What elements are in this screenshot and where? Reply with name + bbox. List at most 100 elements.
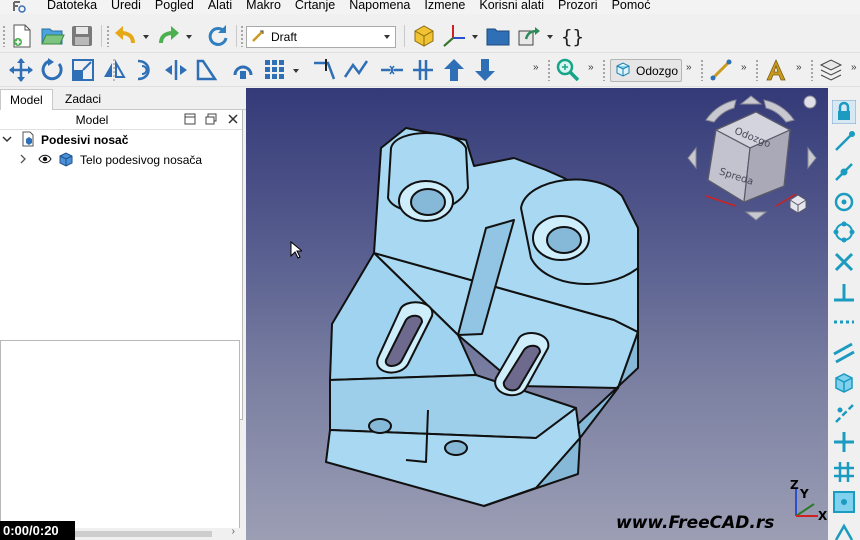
snap-lock-icon[interactable] [831,99,857,125]
tree-item-label: Telo podesivog nosača [80,153,203,167]
refresh-icon[interactable] [204,23,230,49]
view-top-button[interactable]: Odozgo [610,59,682,82]
text-annotation-icon[interactable] [763,57,789,83]
zoom-fit-icon[interactable] [555,57,581,83]
toolbar-overflow[interactable]: » [686,62,692,73]
measure-line-icon[interactable] [708,57,734,83]
redo-dropdown-arrow[interactable] [186,35,192,39]
toolbar-overflow[interactable]: » [796,62,802,73]
menu-prozori[interactable]: Prozori [551,0,605,12]
move-icon[interactable] [8,57,34,83]
mirror-icon[interactable] [101,57,127,83]
axis-placement-icon[interactable] [441,23,467,49]
menu-korisni-alati[interactable]: Korisni alati [472,0,551,12]
align-icon[interactable] [410,57,436,83]
menu-napomena[interactable]: Napomena [342,0,417,12]
menubar: Datoteka Uredi Pogled Alati Makro Crtanj… [0,0,860,14]
menu-alati[interactable]: Alati [201,0,239,12]
tab-zadaci[interactable]: Zadaci [56,89,110,110]
chevron-down-icon[interactable] [2,133,16,147]
toolbar-handle[interactable] [240,25,244,47]
macro-braces-icon[interactable]: {} [559,23,585,49]
float-panel-icon[interactable] [205,113,217,125]
snap-near-icon[interactable] [832,400,856,424]
snap-dimensions-icon[interactable] [832,520,856,540]
upgrade-icon[interactable] [441,57,467,83]
snap-icon[interactable] [230,57,256,83]
navigation-cube[interactable]: Odozgo Spreda [686,90,826,230]
menu-makro[interactable]: Makro [239,0,288,12]
toolbar-separator [404,25,405,47]
toolbar-handle[interactable] [2,25,6,47]
chevron-right-icon[interactable] [18,153,32,167]
menu-datoteka[interactable]: Datoteka [40,0,104,12]
new-document-icon[interactable] [9,23,35,49]
rotate-icon[interactable] [39,57,65,83]
watermark-text: www.FreeCAD.rs [616,513,775,533]
snap-intersection-icon[interactable] [832,250,856,274]
snap-ortho-icon[interactable] [832,430,856,454]
snap-special-icon[interactable] [832,370,856,394]
offset-icon[interactable] [132,57,158,83]
property-view [0,340,240,540]
snap-endpoint-icon[interactable] [832,130,856,154]
visibility-eye-icon[interactable] [38,153,52,167]
toolbar-overflow[interactable]: » [851,62,857,73]
axis-z-label: Z [790,480,799,492]
tree-item-podesivi-nosac[interactable]: Podesivi nosač [0,130,128,150]
freecad-logo-icon[interactable] [12,0,26,14]
tree-item-telo-podesivog-nosaca[interactable]: Telo podesivog nosača [18,150,202,170]
split-icon[interactable] [379,57,405,83]
toolbar-handle[interactable] [106,25,110,47]
scroll-right-icon[interactable]: › [232,526,235,537]
toolbar-separator [236,25,237,47]
undo-icon[interactable] [113,23,139,49]
menu-crtanje[interactable]: Crtanje [288,0,342,12]
toolbar-overflow[interactable]: » [588,62,594,73]
snap-angle-icon[interactable] [832,220,856,244]
collapse-panel-icon[interactable] [184,113,196,125]
menu-pomoc[interactable]: Pomoć [605,0,658,12]
snap-midpoint-icon[interactable] [832,160,856,184]
toolbar-overflow[interactable]: » [533,62,539,73]
tree-header: Model [0,110,242,130]
save-icon[interactable] [69,23,95,49]
snap-perpendicular-icon[interactable] [832,280,856,304]
export-dropdown-arrow[interactable] [547,35,553,39]
toolbar-overflow[interactable]: » [741,62,747,73]
panel-tabs: Model Zadaci [0,88,246,110]
layers-icon[interactable] [818,57,844,83]
snap-grid-icon[interactable] [832,460,856,484]
menu-izmene[interactable]: Izmene [417,0,472,12]
grid-dropdown-arrow[interactable] [293,69,299,73]
menu-pogled[interactable]: Pogled [148,0,201,12]
toolbar-handle[interactable] [547,59,551,81]
edit-dimension-icon[interactable] [194,57,220,83]
toolbar-handle[interactable] [700,59,704,81]
trim-icon[interactable] [312,57,338,83]
redo-icon[interactable] [155,23,181,49]
open-document-icon[interactable] [39,23,65,49]
toolbar-handle[interactable] [810,59,814,81]
scale-icon[interactable] [70,57,96,83]
snap-center-icon[interactable] [832,190,856,214]
undo-dropdown-arrow[interactable] [143,35,149,39]
grid-icon[interactable] [262,57,288,83]
workbench-selector[interactable]: Draft [246,26,396,48]
export-link-icon[interactable] [516,23,542,49]
downgrade-icon[interactable] [472,57,498,83]
snap-extension-icon[interactable] [832,310,856,334]
folder-icon[interactable] [485,23,511,49]
menu-uredi[interactable]: Uredi [104,0,148,12]
tab-model[interactable]: Model [0,89,53,110]
3d-viewport[interactable]: Odozgo Spreda Z Y X www.FreeCAD.rs [246,88,828,540]
placement-dropdown-arrow[interactable] [472,35,478,39]
close-panel-icon[interactable] [227,113,239,125]
snap-workingplane-icon[interactable] [832,490,856,514]
toolbar-handle[interactable] [755,59,759,81]
stretch-icon[interactable] [163,57,189,83]
snap-parallel-icon[interactable] [832,340,856,364]
join-icon[interactable] [343,57,369,83]
toolbar-handle[interactable] [602,59,606,81]
part-box-icon[interactable] [411,23,437,49]
